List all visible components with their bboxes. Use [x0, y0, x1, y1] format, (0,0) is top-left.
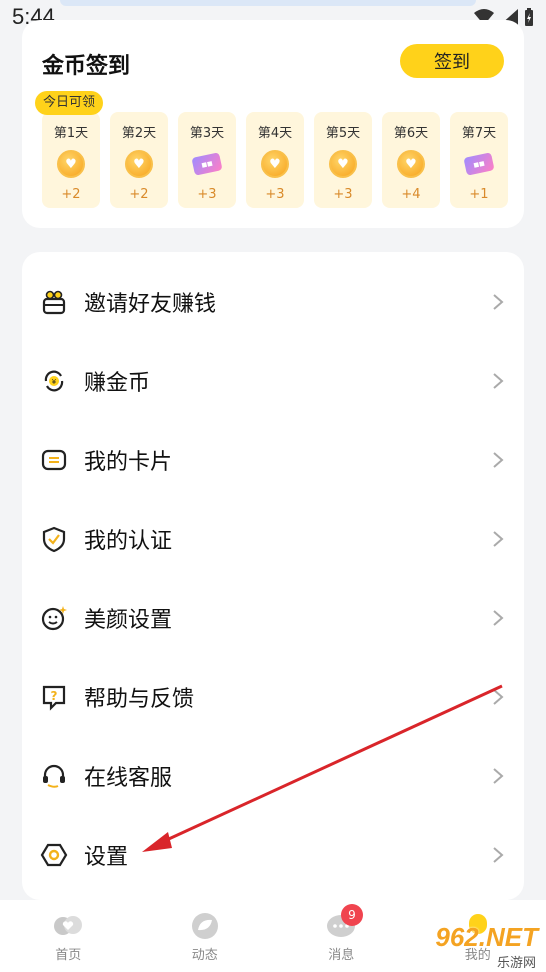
- home-hearts-icon: [54, 916, 83, 935]
- card-icon: [41, 449, 67, 470]
- day-label: 第6天: [393, 126, 429, 141]
- nav-label: 首页: [55, 948, 82, 963]
- gift-icon: [42, 290, 66, 314]
- day-label: 第2天: [121, 126, 157, 141]
- menu-item-label: 设置: [84, 844, 129, 870]
- menu-item-settings[interactable]: 设置: [22, 815, 524, 894]
- menu-item-invite-friends[interactable]: 邀请好友赚钱: [22, 262, 524, 341]
- menu-item-beauty-settings[interactable]: 美颜设置: [22, 578, 524, 657]
- today-available-badge: 今日可领: [35, 91, 104, 115]
- watermark-logo: 962.NET: [435, 922, 538, 952]
- leaf-icon: [191, 913, 218, 939]
- svg-text:?: ?: [51, 689, 58, 703]
- day-reward: +1: [469, 187, 489, 202]
- shield-check-icon: [42, 526, 66, 552]
- menu-item-my-cards[interactable]: 我的卡片: [22, 420, 524, 499]
- menu-item-my-certification[interactable]: 我的认证: [22, 499, 524, 578]
- menu-item-help-feedback[interactable]: ? 帮助与反馈: [22, 657, 524, 736]
- unread-badge: 9: [341, 904, 363, 926]
- day-reward: +2: [61, 187, 81, 202]
- coin-icon: ♥: [397, 150, 425, 178]
- menu-item-label: 赚金币: [84, 370, 151, 396]
- watermark-subtitle: 乐游网: [496, 956, 536, 971]
- signin-title: 金币签到: [42, 54, 131, 79]
- menu-item-online-service[interactable]: 在线客服: [22, 736, 524, 815]
- help-chat-icon: ?: [42, 685, 66, 711]
- menu-item-label: 我的认证: [84, 528, 173, 554]
- day-reward: +4: [401, 187, 421, 202]
- menu-item-label: 美颜设置: [84, 607, 173, 633]
- day-label: 第5天: [325, 126, 361, 141]
- ticket-icon: ■■: [191, 152, 223, 176]
- headset-icon: [43, 764, 65, 788]
- coin-icon: ♥: [329, 150, 357, 178]
- day-label: 第3天: [189, 126, 225, 141]
- menu-item-earn-coins[interactable]: ¥ 赚金币: [22, 341, 524, 420]
- signin-card: 金币签到 签到 今日可领 第1天 ♥ +2 第2天 ♥ +2 第3天 ■■ +3…: [22, 20, 524, 228]
- day-label: 第1天: [53, 126, 89, 141]
- day-reward: +3: [265, 187, 285, 202]
- chevron-right-icon: [493, 293, 504, 310]
- chevron-right-icon: [493, 451, 504, 468]
- chevron-right-icon: [493, 688, 504, 705]
- ticket-icon: ■■: [463, 152, 495, 176]
- day-label: 第4天: [257, 126, 293, 141]
- chevron-right-icon: [493, 609, 504, 626]
- signin-day[interactable]: 第3天 ■■ +3: [178, 112, 236, 208]
- signin-day[interactable]: 第1天 ♥ +2: [42, 112, 100, 208]
- coin-exchange-icon: ¥: [44, 370, 64, 391]
- coin-icon: ♥: [57, 150, 85, 178]
- menu-item-label: 我的卡片: [84, 449, 173, 475]
- coin-icon: ♥: [125, 150, 153, 178]
- nav-item-feed[interactable]: 动态: [137, 900, 274, 972]
- menu-item-label: 帮助与反馈: [84, 686, 195, 712]
- day-reward: +2: [129, 187, 149, 202]
- day-reward: +3: [197, 187, 217, 202]
- menu-item-label: 在线客服: [84, 765, 173, 791]
- signin-day[interactable]: 第6天 ♥ +4: [382, 112, 440, 208]
- day-label: 第7天: [461, 126, 497, 141]
- face-sparkle-icon: [41, 605, 67, 630]
- day-reward: +3: [333, 187, 353, 202]
- signin-day[interactable]: 第4天 ♥ +3: [246, 112, 304, 208]
- signin-day[interactable]: 第7天 ■■ +1: [450, 112, 508, 208]
- settings-hexagon-icon: [40, 843, 68, 866]
- menu-card: 邀请好友赚钱 ¥ 赚金币 我的卡片 我的认证 美颜设置 ? 帮助与反馈 在线客服…: [22, 252, 524, 900]
- chevron-right-icon: [493, 530, 504, 547]
- signin-day[interactable]: 第2天 ♥ +2: [110, 112, 168, 208]
- chevron-right-icon: [493, 846, 504, 863]
- signin-days: 第1天 ♥ +2 第2天 ♥ +2 第3天 ■■ +3 第4天 ♥ +3 第5天…: [42, 112, 508, 208]
- battery-icon: [525, 8, 533, 26]
- svg-text:¥: ¥: [52, 378, 57, 386]
- nav-item-messages[interactable]: 消息 9: [273, 900, 410, 972]
- nav-label: 动态: [191, 948, 218, 963]
- chevron-right-icon: [493, 372, 504, 389]
- signin-day[interactable]: 第5天 ♥ +3: [314, 112, 372, 208]
- nav-label: 消息: [328, 948, 355, 963]
- menu-item-label: 邀请好友赚钱: [84, 291, 217, 317]
- nav-item-home[interactable]: 首页: [0, 900, 137, 972]
- signin-button[interactable]: 签到: [400, 44, 504, 78]
- coin-icon: ♥: [261, 150, 289, 178]
- chevron-right-icon: [493, 767, 504, 784]
